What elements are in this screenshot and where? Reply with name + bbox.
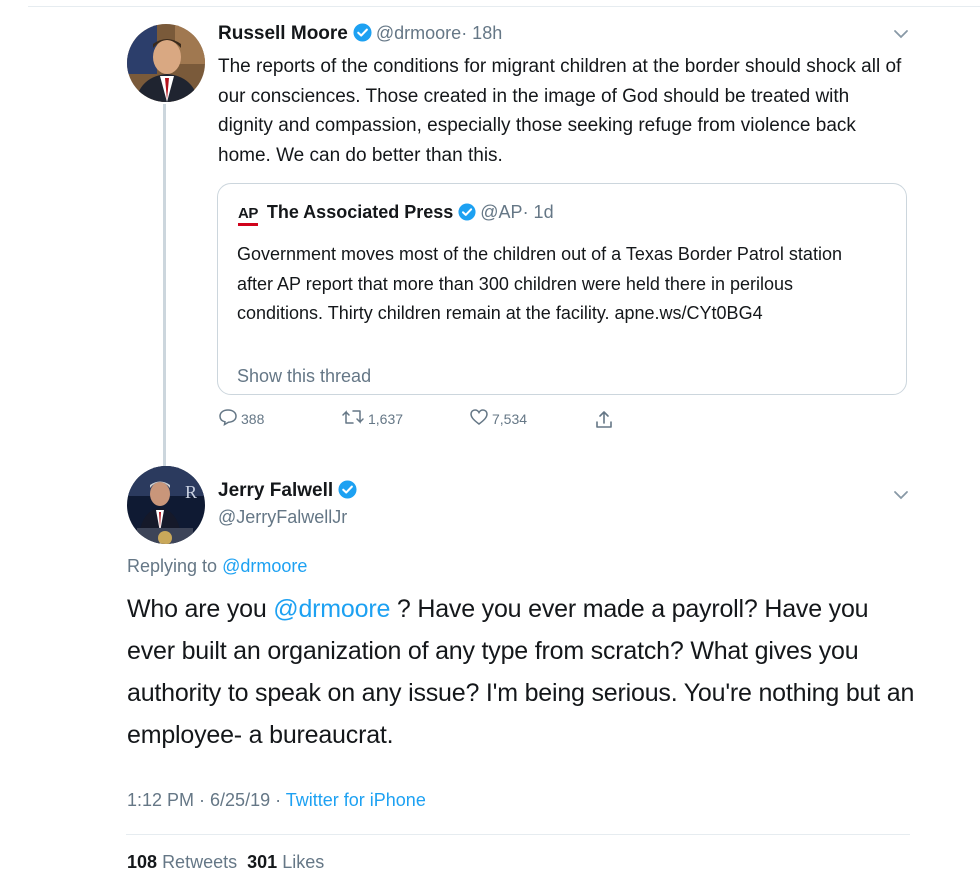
jerry-falwell-avatar[interactable]: R: [127, 466, 205, 544]
replying-to-handle[interactable]: @drmoore: [222, 556, 307, 576]
tweet-timestamp[interactable]: 1:12 PM · 6/25/19 ·: [127, 790, 286, 810]
likes-stat[interactable]: 301 Likes: [247, 852, 324, 872]
tweet1-text: The reports of the conditions for migran…: [218, 56, 902, 166]
chevron-down-icon[interactable]: [893, 488, 909, 506]
author-handle[interactable]: @JerryFalwellJr: [218, 507, 347, 528]
quote-author-handle[interactable]: @AP: [480, 202, 522, 222]
like-action[interactable]: 7,534: [469, 408, 527, 429]
replying-to: Replying to @drmoore: [127, 556, 308, 576]
author-handle[interactable]: @drmoore: [376, 23, 461, 43]
verified-badge-icon: [458, 203, 476, 226]
show-thread-link[interactable]: Show this thread: [237, 366, 371, 387]
stats-divider: [126, 834, 910, 835]
retweet-icon: [341, 408, 368, 429]
tweet2-text: Who are you @drmoore ? Have you ever mad…: [127, 595, 915, 749]
retweet-action[interactable]: 1,637: [341, 408, 403, 429]
reply-action[interactable]: 388: [218, 408, 264, 429]
russell-moore-avatar[interactable]: [127, 24, 205, 102]
svg-text:R: R: [185, 482, 197, 502]
mention-link[interactable]: @drmoore: [273, 595, 390, 623]
quote-text: Government moves most of the children ou…: [237, 244, 842, 323]
tweet1-header: Russell Moore @drmoore· 18h: [218, 23, 502, 47]
tweet-stats: 108 Retweets 301 Likes: [127, 852, 324, 873]
tweet-time[interactable]: · 18h: [461, 23, 502, 43]
verified-badge-icon: [338, 480, 357, 505]
reply-count: 388: [241, 410, 265, 427]
author-name[interactable]: Jerry Falwell: [218, 480, 361, 505]
thread-connector-line: [163, 104, 166, 466]
quote-time[interactable]: · 1d: [523, 202, 554, 222]
ap-logo: AP: [238, 205, 258, 226]
quote-author-name[interactable]: The Associated Press: [267, 202, 453, 222]
tweet2-meta: 1:12 PM · 6/25/19 · Twitter for iPhone: [127, 790, 426, 811]
chevron-down-icon[interactable]: [893, 27, 909, 45]
quoted-tweet-card[interactable]: AP The Associated Press @AP· 1d Government…: [217, 183, 907, 395]
retweets-stat[interactable]: 108 Retweets: [127, 852, 237, 872]
like-count: 7,534: [492, 410, 528, 427]
tweet-source[interactable]: Twitter for iPhone: [286, 790, 426, 810]
author-name[interactable]: Russell Moore: [218, 23, 348, 44]
retweet-count: 1,637: [368, 410, 404, 427]
quote-header: AP The Associated Press @AP· 1d: [238, 202, 554, 226]
share-icon[interactable]: [594, 410, 617, 430]
like-icon: [469, 408, 492, 429]
top-divider: [28, 6, 980, 7]
verified-badge-icon: [353, 23, 372, 47]
reply-icon: [218, 408, 241, 429]
